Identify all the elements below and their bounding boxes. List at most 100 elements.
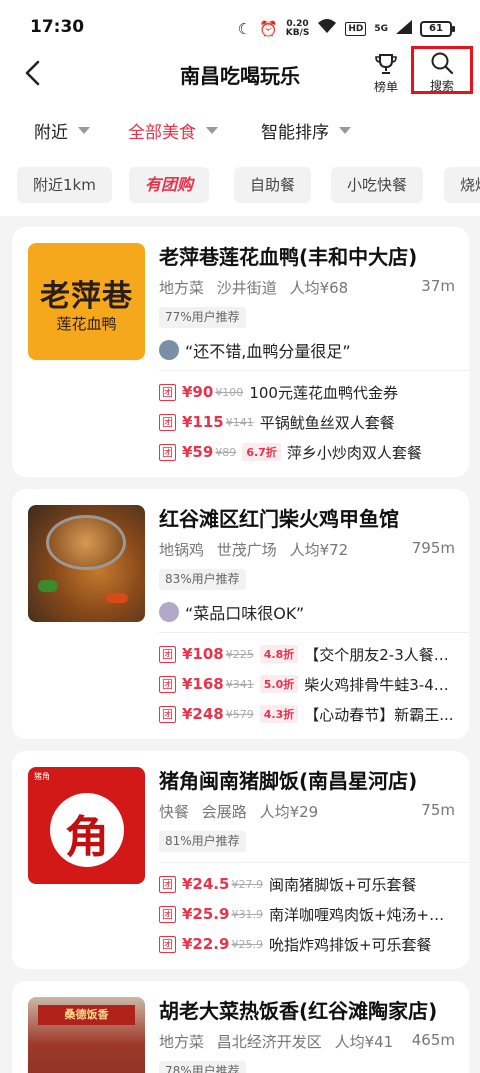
deal-row[interactable]: 团 ¥115 ¥141 平锅鱿鱼丝双人套餐 <box>159 410 455 434</box>
caret-down-icon <box>339 127 351 134</box>
group-buy-tag: 团 <box>159 645 176 663</box>
net-speed-unit: KB/S <box>285 27 310 38</box>
group-buy-tag: 团 <box>159 413 176 431</box>
deal-price: ¥168 <box>182 675 224 693</box>
search-button[interactable]: 搜索 <box>411 46 473 94</box>
group-buy-tag: 团 <box>159 383 176 401</box>
top-nav: 南昌吃喝玩乐 榜单 搜索 <box>0 44 480 104</box>
deal-row[interactable]: 团 ¥108 ¥225 4.8折 【交个朋友2-3人餐】... <box>159 642 455 666</box>
deal-original-price: ¥89 <box>215 445 237 459</box>
food-garnish <box>106 593 128 603</box>
deal-original-price: ¥100 <box>215 385 244 399</box>
deal-title: 【交个朋友2-3人餐】... <box>304 645 455 664</box>
avg-price: 人均¥41 <box>334 1033 394 1051</box>
distance: 37m <box>421 277 455 295</box>
chip-nearby-1km[interactable]: 附近1km <box>17 167 112 203</box>
deal-row[interactable]: 团 ¥248 ¥579 4.3折 【心动春节】新霸王... <box>159 702 455 726</box>
group-buy-tag: 团 <box>159 935 176 953</box>
avg-price: 人均¥68 <box>289 279 349 297</box>
deal-title: 【心动春节】新霸王... <box>304 705 454 724</box>
filter-bar: 附近 全部美食 智能排序 <box>0 104 480 154</box>
deal-original-price: ¥27.9 <box>231 877 263 891</box>
trophy-icon <box>375 54 397 74</box>
restaurant-card[interactable]: 红谷滩区红门柴火鸡甲鱼馆 地锅鸡 世茂广场 人均¥72 795m 83%用户推荐… <box>12 489 469 739</box>
food-garnish <box>38 580 58 592</box>
recommend-badge: 81%用户推荐 <box>159 831 246 852</box>
group-buy-tag: 团 <box>159 705 176 723</box>
ranking-button[interactable]: 榜单 <box>364 50 408 98</box>
deal-price: ¥59 <box>182 443 214 461</box>
restaurant-card[interactable]: 老萍巷 莲花血鸭 老萍巷莲花血鸭(丰和中大店) 地方菜 沙井街道 人均¥68 3… <box>12 227 469 477</box>
deal-price: ¥22.9 <box>182 935 230 953</box>
deal-original-price: ¥341 <box>225 677 254 691</box>
food-image <box>46 515 126 570</box>
deal-title: 萍乡小炒肉双人套餐 <box>286 443 422 462</box>
avatar <box>159 602 179 622</box>
chip-snack[interactable]: 小吃快餐 <box>331 167 424 203</box>
area: 昌北经济开发区 <box>216 1033 322 1051</box>
deal-title: 柴火鸡排骨牛蛙3-4人... <box>304 675 455 694</box>
restaurant-card[interactable]: 桑德饭香 胡老大菜热饭香(红谷滩陶家店) 地方菜 昌北经济开发区 人均¥41 4… <box>12 981 469 1073</box>
deal-original-price: ¥141 <box>225 415 254 429</box>
group-buy-tag: 团 <box>159 675 176 693</box>
filter-nearby[interactable]: 附近 <box>34 118 90 143</box>
chip-buffet[interactable]: 自助餐 <box>234 167 312 203</box>
deal-title: 100元莲花血鸭代金券 <box>249 383 398 402</box>
category-chips: 附近1km 有团购 自助餐 小吃快餐 烧烤 <box>0 154 480 216</box>
deal-title: 平锅鱿鱼丝双人套餐 <box>259 413 395 432</box>
deal-original-price: ¥225 <box>225 647 254 661</box>
ranking-label: 榜单 <box>373 80 398 94</box>
divider <box>159 370 469 371</box>
storefront-sign: 桑德饭香 <box>38 1005 135 1025</box>
review-snippet: “还不错,血鸭分量很足” <box>159 338 351 362</box>
restaurant-logo: 老萍巷 莲花血鸭 <box>28 243 145 360</box>
deal-original-price: ¥579 <box>225 707 254 721</box>
divider <box>159 862 469 863</box>
deal-row[interactable]: 团 ¥22.9 ¥25.9 吮指炸鸡排饭+可乐套餐 <box>159 932 455 956</box>
deal-row[interactable]: 团 ¥25.9 ¥31.9 南洋咖喱鸡肉饭+炖汤+可... <box>159 902 455 926</box>
group-buy-tag: 团 <box>159 443 176 461</box>
deal-row[interactable]: 团 ¥90 ¥100 100元莲花血鸭代金券 <box>159 380 455 404</box>
filter-sort-label: 智能排序 <box>261 123 329 143</box>
avg-price: 人均¥72 <box>289 541 349 559</box>
wifi-icon <box>317 18 337 39</box>
filter-all-food[interactable]: 全部美食 <box>128 118 218 143</box>
restaurant-name: 老萍巷莲花血鸭(丰和中大店) <box>159 245 418 269</box>
discount-badge: 4.8折 <box>259 645 299 663</box>
cuisine: 地方菜 <box>159 279 205 297</box>
net-speed: 0.20 KB/S <box>285 19 310 38</box>
alarm-icon: ⏰ <box>259 19 278 38</box>
deal-price: ¥24.5 <box>182 875 230 893</box>
deal-row[interactable]: 团 ¥168 ¥341 5.0折 柴火鸡排骨牛蛙3-4人... <box>159 672 455 696</box>
deal-title: 南洋咖喱鸡肉饭+炖汤+可... <box>268 905 455 924</box>
restaurant-meta: 地方菜 沙井街道 人均¥68 37m <box>159 277 455 298</box>
restaurant-photo: 桑德饭香 <box>28 997 145 1073</box>
chip-bbq[interactable]: 烧烤 <box>444 167 480 203</box>
review-text: “菜品口味很OK” <box>185 604 305 623</box>
restaurant-name: 胡老大菜热饭香(红谷滩陶家店) <box>159 999 438 1023</box>
logo-subtext: 莲花血鸭 <box>56 315 117 333</box>
deal-row[interactable]: 团 ¥59 ¥89 6.7折 萍乡小炒肉双人套餐 <box>159 440 455 464</box>
group-buy-tag: 团 <box>159 905 176 923</box>
restaurant-card[interactable]: 猪角 角 猪角闽南猪脚饭(南昌星河店) 快餐 会展路 人均¥29 75m 81%… <box>12 751 469 969</box>
filter-nearby-label: 附近 <box>34 123 68 143</box>
chip-group-buy[interactable]: 有团购 <box>129 167 210 203</box>
logo-text: 角 <box>65 812 109 863</box>
divider <box>159 632 469 633</box>
back-button[interactable] <box>22 58 44 88</box>
area: 世茂广场 <box>216 541 277 559</box>
deal-row[interactable]: 团 ¥24.5 ¥27.9 闽南猪脚饭+可乐套餐 <box>159 872 455 896</box>
deal-original-price: ¥31.9 <box>231 907 263 921</box>
cuisine: 快餐 <box>159 803 190 821</box>
signal-icon <box>396 19 412 39</box>
recommend-badge: 78%用户推荐 <box>159 1061 246 1073</box>
filter-sort[interactable]: 智能排序 <box>261 118 351 143</box>
discount-badge: 6.7折 <box>242 443 281 461</box>
area: 会展路 <box>201 803 247 821</box>
restaurant-logo: 猪角 角 <box>28 767 145 884</box>
cuisine: 地方菜 <box>159 1033 205 1051</box>
search-icon <box>431 52 454 75</box>
caret-down-icon <box>206 127 218 134</box>
cuisine: 地锅鸡 <box>159 541 205 559</box>
page-title: 南昌吃喝玩乐 <box>180 64 300 88</box>
